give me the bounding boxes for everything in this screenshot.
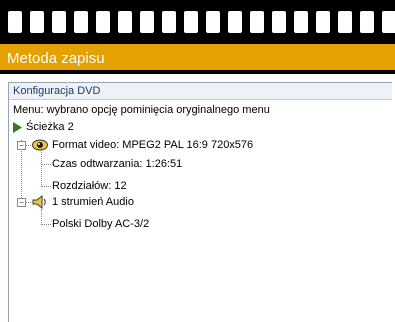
tree-item-audio-track[interactable]: Polski Dolby AC-3/2 — [52, 216, 149, 232]
section-title: Metoda zapisu — [7, 50, 105, 67]
tree-connector — [41, 152, 42, 187]
film-perforation — [382, 11, 395, 33]
tree-item-chapters[interactable]: Rozdziałów: 12 — [52, 178, 127, 194]
collapse-toggle-audio[interactable]: − — [17, 198, 26, 207]
film-perforation — [118, 11, 132, 33]
tree-item-audio-streams[interactable]: 1 strumień Audio — [52, 194, 134, 210]
film-perforation — [206, 11, 220, 33]
film-perforation — [30, 11, 44, 33]
tree-item-duration[interactable]: Czas odtwarzania: 1:26:51 — [52, 156, 182, 172]
film-perforation — [360, 11, 374, 33]
collapse-toggle-video[interactable]: − — [17, 141, 26, 150]
film-perforation — [96, 11, 110, 33]
tree-connector — [41, 224, 51, 225]
film-strip-banner — [0, 0, 395, 44]
menu-info-text: Menu: wybrano opcję pominięcia oryginaln… — [13, 104, 270, 116]
film-perforation — [52, 11, 66, 33]
film-perforation — [74, 11, 88, 33]
panel-header-label: Konfiguracja DVD — [13, 85, 101, 97]
film-perforation — [140, 11, 154, 33]
dvd-config-panel: Konfiguracja DVD Menu: wybrano opcję pom… — [8, 82, 392, 322]
tree-item-video-format[interactable]: Format video: MPEG2 PAL 16:9 720x576 — [52, 137, 253, 153]
title-bar-divider — [0, 70, 395, 74]
play-arrow-icon — [13, 122, 22, 133]
film-perforation — [338, 11, 352, 33]
eye-icon — [32, 139, 48, 151]
tree-item-track[interactable]: Ścieżka 2 — [26, 119, 74, 135]
film-perforation — [294, 11, 308, 33]
config-tree[interactable]: Menu: wybrano opcję pominięcia oryginaln… — [9, 100, 392, 320]
film-perforation — [272, 11, 286, 33]
film-perforation — [250, 11, 264, 33]
tree-connector — [41, 164, 51, 165]
speaker-icon — [32, 195, 46, 209]
tree-connector — [41, 186, 51, 187]
film-perforation — [8, 11, 22, 33]
film-perforation — [162, 11, 176, 33]
film-perforation — [184, 11, 198, 33]
panel-header: Konfiguracja DVD — [9, 83, 392, 100]
film-perforation — [316, 11, 330, 33]
film-perforation — [228, 11, 242, 33]
tree-connector — [41, 209, 42, 225]
